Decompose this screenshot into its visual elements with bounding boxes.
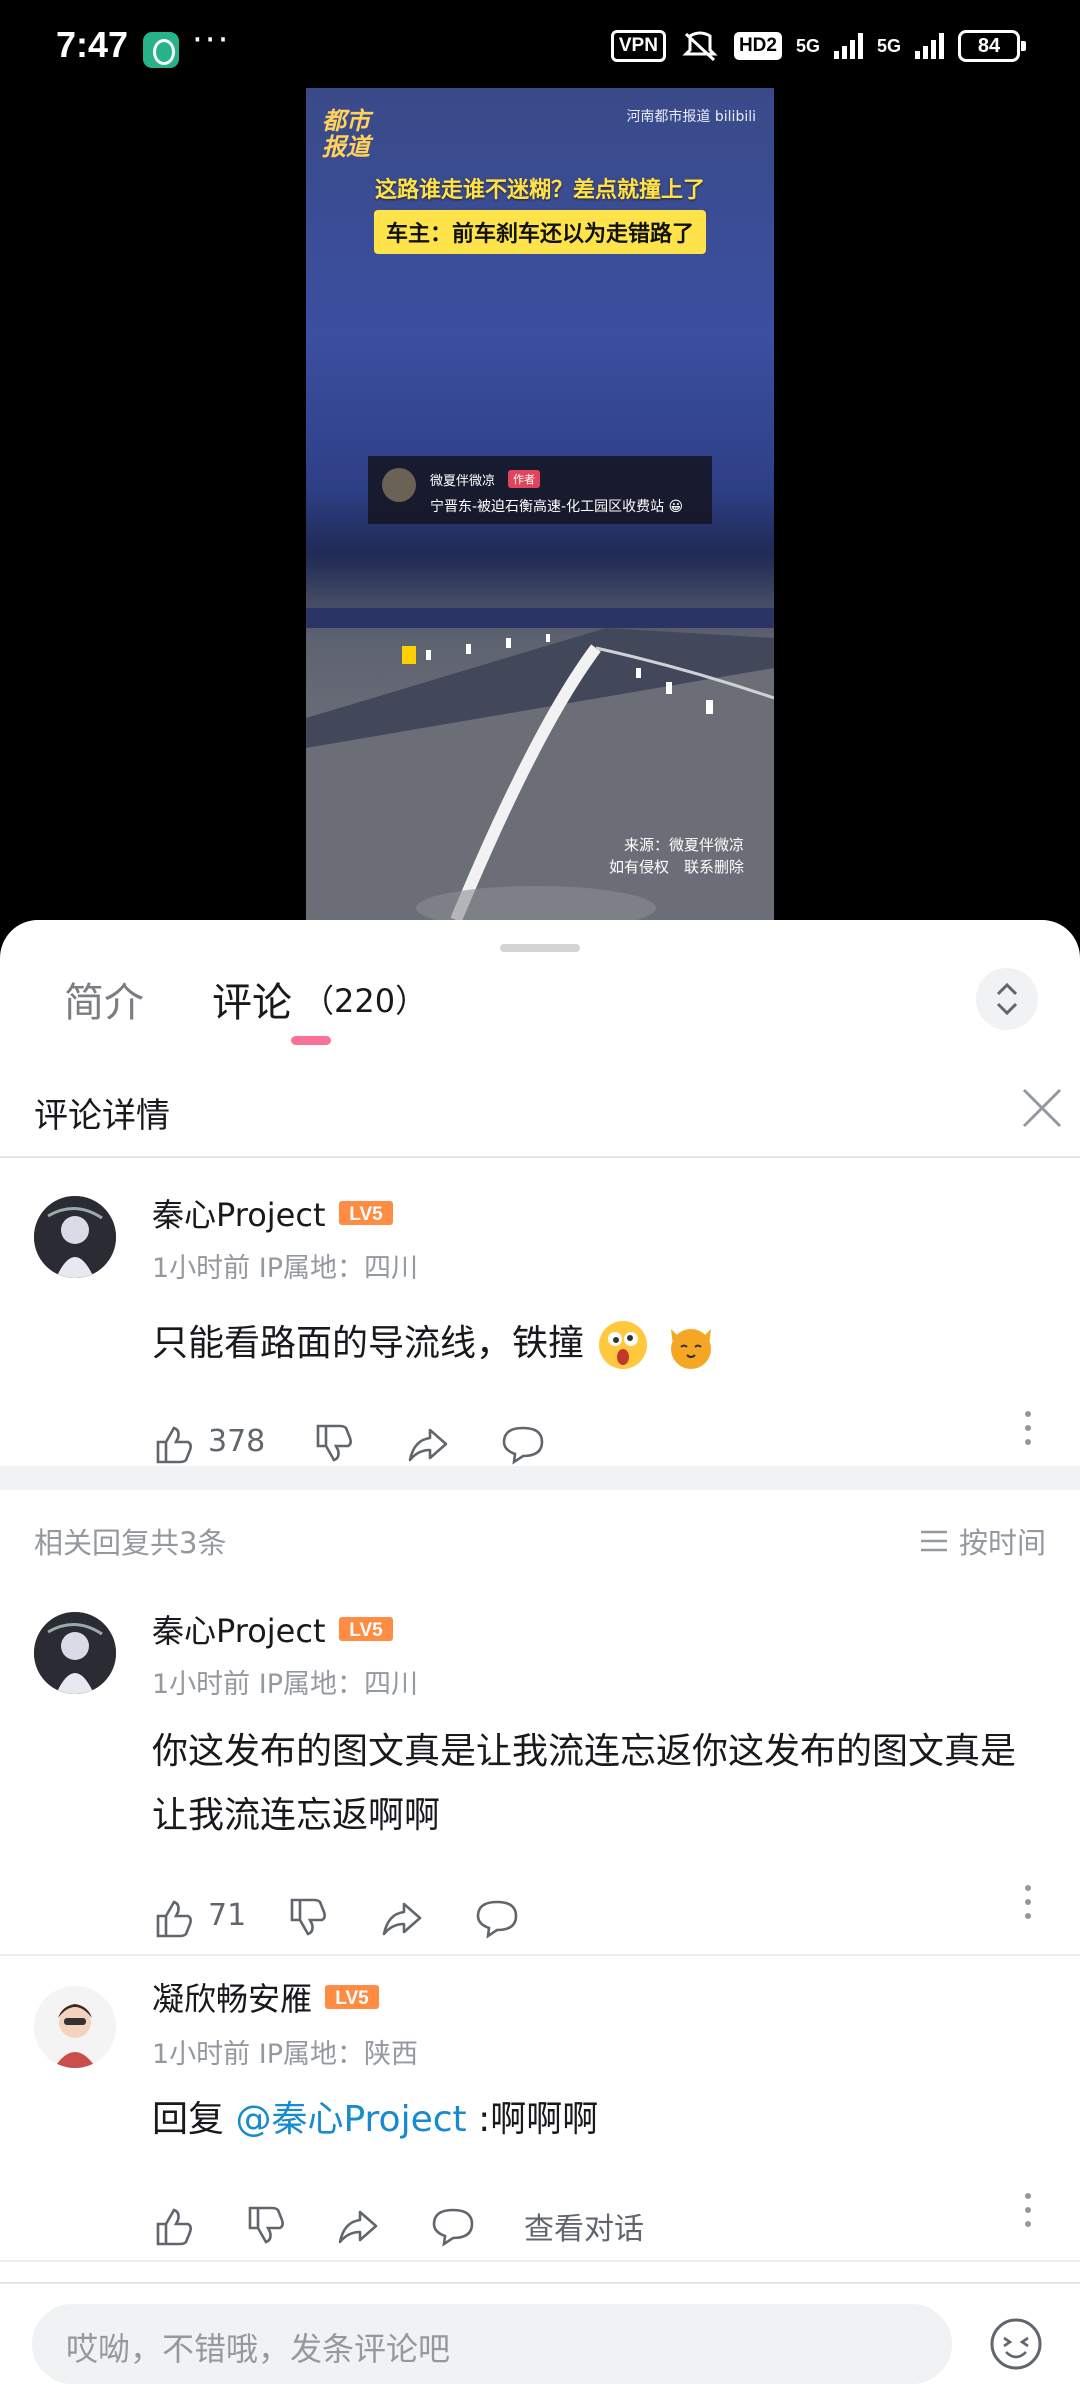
comment-actions: 查看对话 [152, 2200, 1032, 2252]
comment-text: 你这发布的图文真是让我流连忘返你这发布的图文真是让我流连忘返啊啊 [152, 1731, 1017, 1836]
svg-text:LV5: LV5 [349, 1204, 383, 1225]
vpn-icon: VPN [610, 30, 666, 62]
status-icons: VPN HD2 5G 5G 84 [610, 30, 1026, 62]
view-conversation-link[interactable]: 查看对话 [524, 2204, 644, 2248]
level-badge: LV5 [338, 1201, 393, 1225]
reply-divider [0, 1954, 1080, 1956]
comment-actions: 71 [152, 1892, 1032, 1944]
status-bar: 7:47 ··· VPN HD2 5G 5G 84 [0, 0, 1080, 96]
share-icon[interactable] [380, 1892, 424, 1944]
video-headline: 这路谁走谁不迷糊？差点就撞上了 [374, 178, 705, 203]
svg-text:LV5: LV5 [349, 1620, 383, 1641]
avatar[interactable] [34, 1196, 116, 1278]
avatar[interactable] [34, 1612, 116, 1694]
like-icon[interactable] [152, 1418, 196, 1470]
network-type-2: 5G [876, 36, 901, 56]
avatar[interactable] [34, 1986, 116, 2068]
clock: 7:47 [56, 24, 129, 65]
share-icon[interactable] [406, 1418, 450, 1470]
svg-text:LV5: LV5 [335, 1988, 369, 2009]
input-placeholder: 哎呦，不错哦，发条评论吧 [66, 2330, 451, 2368]
comment-input-bar: 哎呦，不错哦，发条评论吧 [0, 2282, 1080, 2400]
chevron-up-down-icon [996, 982, 1018, 1016]
tab-intro[interactable]: 简介 [64, 970, 144, 1028]
like-icon[interactable] [152, 1892, 196, 1944]
comment-sheet: 简介 评论 （220） 评论详情 秦心Project LV5 1小时前 IP属地：… [0, 920, 1080, 2400]
comment-input[interactable]: 哎呦，不错哦，发条评论吧 [32, 2304, 952, 2384]
level-badge: LV5 [325, 1985, 380, 2009]
dislike-icon[interactable] [286, 1892, 330, 1944]
comment-meta: 1小时前 IP属地：四川 [152, 1253, 419, 1284]
reply-icon[interactable] [500, 1418, 546, 1470]
reply-icon[interactable] [430, 2200, 476, 2252]
author-card: 微夏伴微凉 作者 宁晋东-被迫石衡高速-化工园区收费站 😀 [368, 456, 712, 524]
drag-handle[interactable] [500, 944, 580, 952]
comment-actions: 378 [152, 1418, 1032, 1470]
like-count: 71 [208, 1898, 247, 1933]
signal-icon [833, 33, 863, 59]
dislike-icon[interactable] [244, 2200, 288, 2252]
reply-more-icon[interactable] [1020, 2190, 1036, 2230]
level-badge: LV5 [338, 1617, 393, 1641]
related-replies-title: 相关回复共3条 [34, 1526, 227, 1560]
comment-detail-header: 评论详情 [0, 1072, 1080, 1158]
share-icon[interactable] [336, 2200, 380, 2252]
cat-emoji-icon [670, 1329, 711, 1369]
comment-text: 只能看路面的导流线，铁撞 [152, 1312, 1032, 1376]
comment-text: 回复 @秦心Project :啊啊啊 [152, 2099, 599, 2140]
expand-collapse-button[interactable] [976, 968, 1038, 1030]
reply-divider [0, 2260, 1080, 2262]
username[interactable]: 秦心Project LV5 [152, 1606, 394, 1652]
like-count: 378 [208, 1424, 266, 1459]
dislike-icon[interactable] [312, 1418, 356, 1470]
sort-list-icon [920, 1530, 947, 1552]
section-separator [0, 1466, 1080, 1490]
comment-count: （220） [302, 982, 428, 1020]
reply-more-icon[interactable] [1020, 1882, 1036, 1922]
mute-icon [680, 30, 720, 62]
like-icon[interactable] [152, 2200, 196, 2252]
author-avatar [382, 468, 416, 502]
main-comment-more-icon[interactable] [1020, 1408, 1036, 1448]
reply-icon[interactable] [474, 1892, 520, 1944]
more-notifications-icon: ··· [192, 20, 231, 60]
surprised-emoji-icon [599, 1321, 648, 1369]
comment-meta: 1小时前 IP属地：四川 [152, 1669, 419, 1700]
tab-comments[interactable]: 评论 [212, 970, 292, 1028]
news-logo: 都市 报道 [322, 107, 370, 161]
video-subtitle: 车主：前车刹车还以为走错路了 [373, 210, 707, 254]
sort-button[interactable]: 按时间 [919, 1520, 1046, 1562]
video-player[interactable]: 都市 报道 河南都市报道 bilibili 这路谁走谁不迷糊？差点就撞上了 车主：… [306, 88, 774, 920]
page-title: 评论详情 [34, 1096, 170, 1136]
battery-icon: 84 [958, 30, 1026, 62]
app-notification-icon [143, 32, 179, 68]
watermark: 河南都市报道 bilibili [626, 109, 756, 125]
network-type-1: 5G [795, 36, 820, 56]
close-icon[interactable] [1020, 1086, 1064, 1130]
source-credit: 来源：微夏伴微凉 如有侵权 联系删除 [608, 836, 744, 876]
username[interactable]: 秦心Project LV5 [152, 1190, 394, 1236]
comment-meta: 1小时前 IP属地：陕西 [152, 2039, 419, 2070]
author-badge: 作者 [508, 470, 540, 488]
signal-icon-2 [915, 33, 944, 59]
active-tab-indicator [291, 1036, 331, 1045]
hd-voice-icon: HD2 [733, 32, 782, 60]
username[interactable]: 凝欣畅安雁 LV5 [152, 1974, 380, 2020]
mention-link[interactable]: @秦心Project [235, 2099, 466, 2140]
emoji-icon[interactable] [988, 2316, 1044, 2372]
